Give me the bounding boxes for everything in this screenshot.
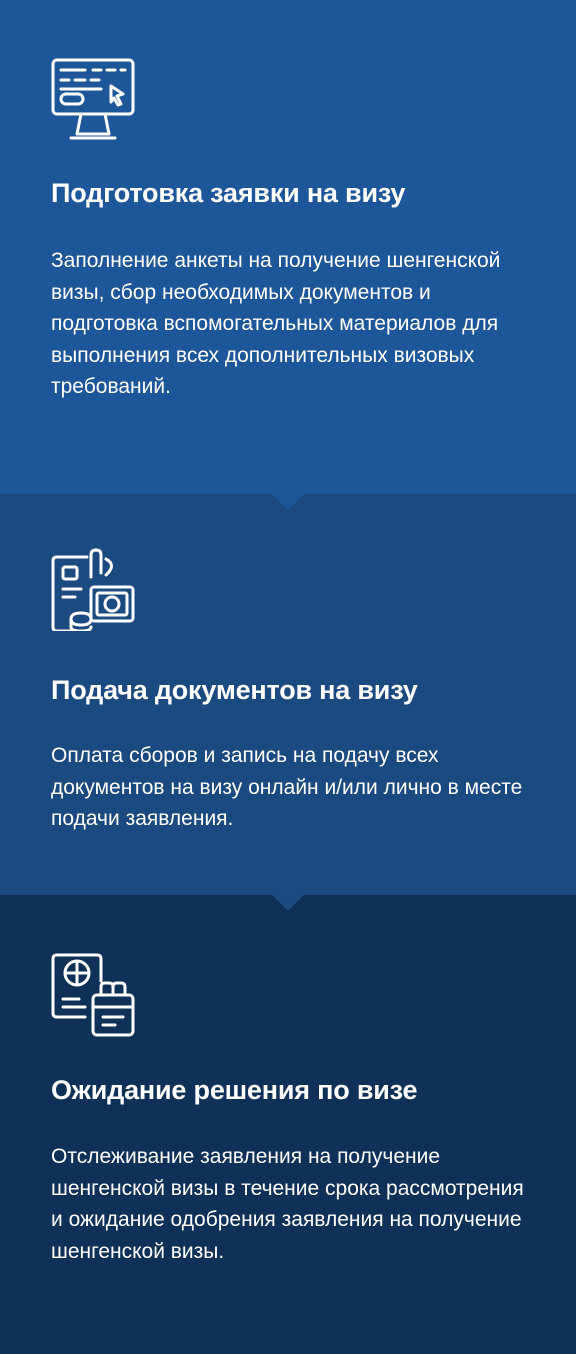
step-description: Заполнение анкеты на получение шенгенско… [51,249,501,398]
step-divider-arrow [272,494,304,510]
step-description: Отслеживание заявления на получение шенг… [51,1145,524,1263]
step-description: Оплата сборов и запись на подачу всех до… [51,744,523,830]
step-title: Ожидание решения по визе [51,1075,418,1105]
step-documents-submission: Подача документов на визу Оплата сборов … [0,494,576,911]
computer-form-icon [51,58,135,142]
documents-payment-icon [51,547,135,631]
step-divider-arrow [272,895,304,911]
step-visa-decision: Ожидание решения по визе Отслеживание за… [0,895,576,1354]
step-visa-preparation: Подготовка заявки на визу Заполнение анк… [0,0,576,510]
passport-calendar-icon [51,953,135,1037]
step-title: Подача документов на визу [51,675,418,705]
step-title: Подготовка заявки на визу [51,178,406,208]
